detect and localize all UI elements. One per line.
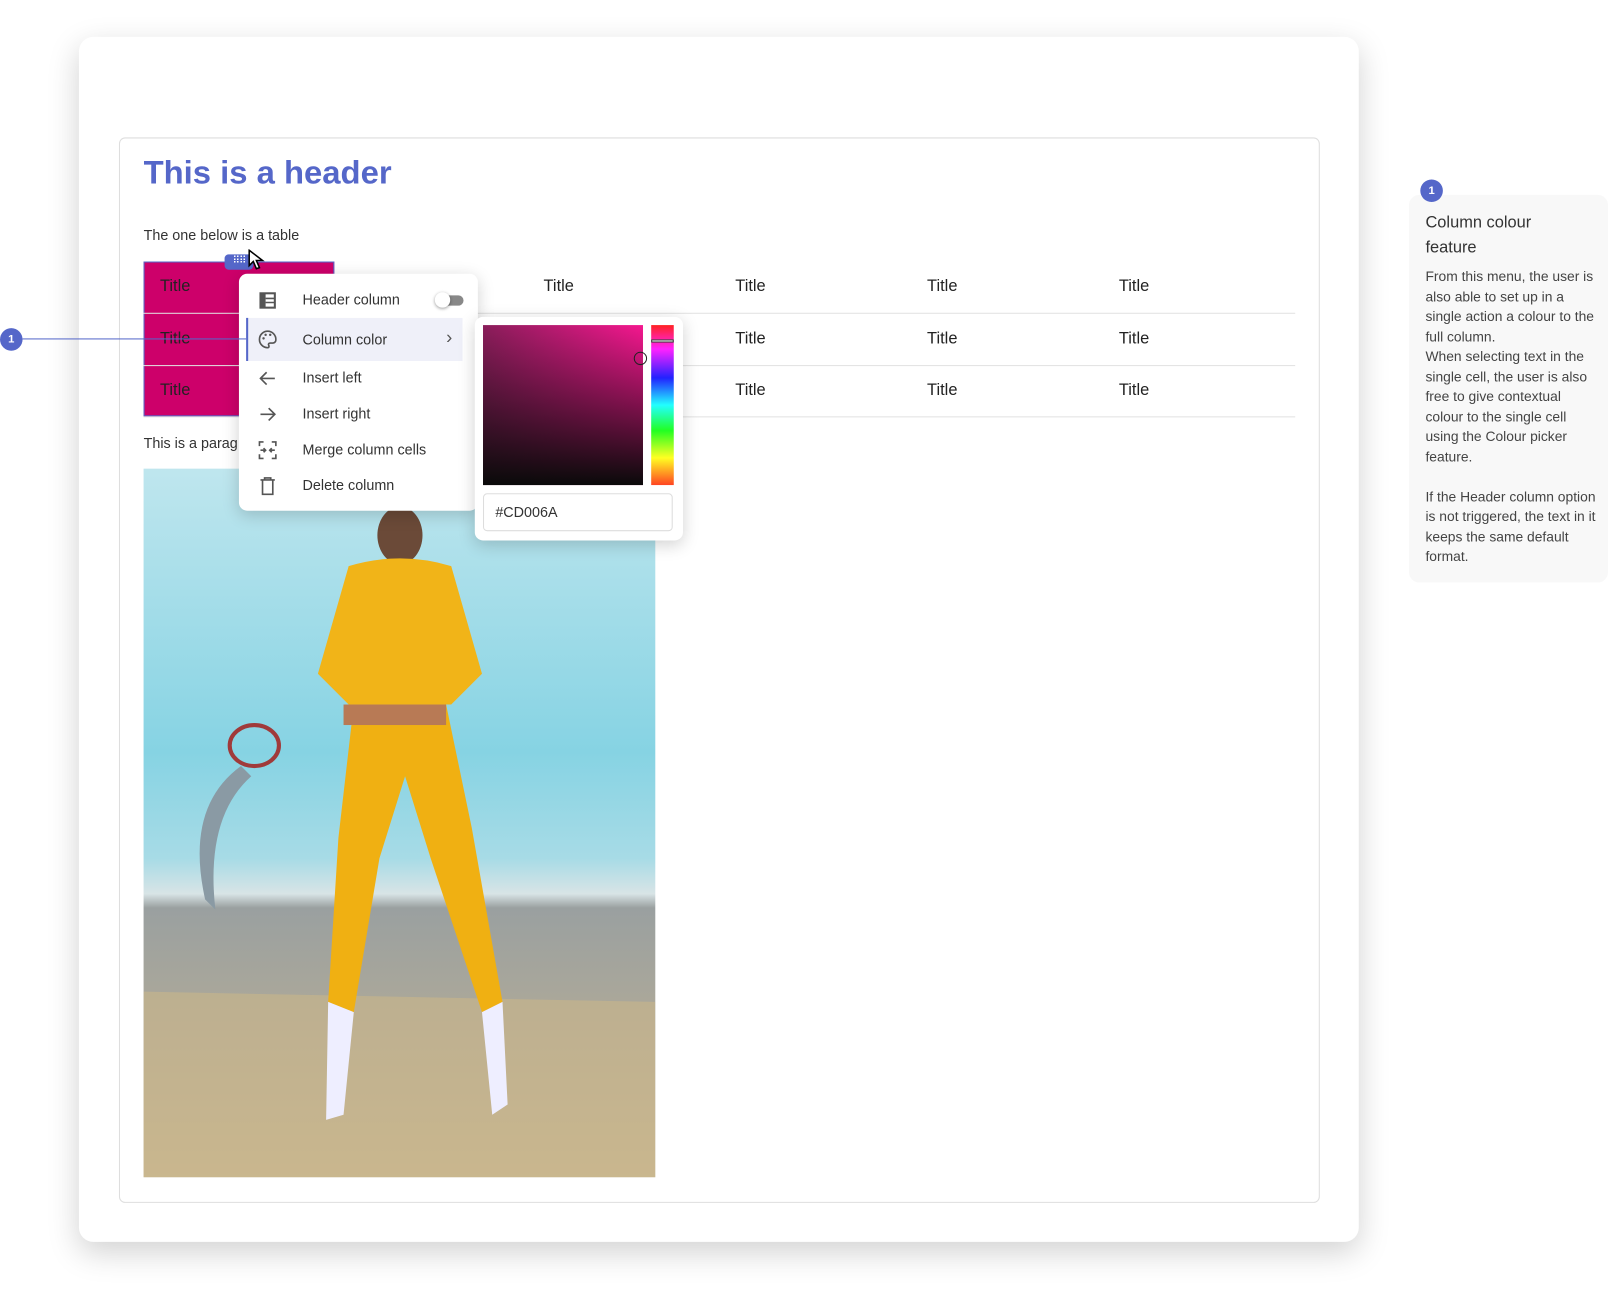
intro-paragraph[interactable]: The one below is a table [144, 227, 300, 243]
cursor-icon [248, 249, 265, 270]
header-column-toggle[interactable] [434, 292, 464, 308]
menu-item-insert-left[interactable]: Insert left [247, 360, 462, 396]
active-item-indicator [246, 317, 249, 361]
menu-item-insert-right[interactable]: Insert right [247, 396, 462, 432]
trash-icon [260, 477, 275, 496]
annotation-connector [22, 338, 247, 340]
annotation-body: When selecting text in the single cell, … [1425, 348, 1588, 465]
saturation-thumb[interactable] [633, 351, 648, 366]
annotation-marker: 1 [0, 328, 23, 351]
saturation-area[interactable] [483, 325, 643, 486]
annotation-note: Column colour feature From this menu, th… [1409, 194, 1608, 583]
menu-item-delete-column[interactable]: Delete column [247, 468, 462, 504]
merge-icon [258, 441, 277, 460]
table-cell[interactable]: Title [927, 365, 957, 416]
arrow-right-icon [260, 407, 276, 422]
table-cell[interactable]: Title [160, 365, 190, 416]
arrow-left-icon [259, 371, 275, 386]
table-cell[interactable]: Title [927, 314, 957, 365]
photo-image [143, 468, 656, 1178]
palette-icon [258, 330, 277, 349]
column-context-menu: Header column Column color › Insert left… [238, 273, 478, 511]
page-title[interactable]: This is a header [144, 154, 392, 192]
table-cell[interactable]: Title [160, 262, 190, 313]
hue-slider[interactable] [651, 325, 674, 486]
annotation-body: From this menu, the user is also able to… [1425, 268, 1594, 345]
table-cell[interactable]: Title [1119, 262, 1149, 313]
chevron-right-icon: › [446, 327, 453, 348]
menu-item-merge-column-cells[interactable]: Merge column cells [247, 432, 462, 468]
table-cell[interactable]: Title [735, 365, 765, 416]
table-cell[interactable]: Title [927, 262, 957, 313]
hex-input[interactable]: #CD006A [483, 493, 673, 532]
table-cell[interactable]: Title [1119, 365, 1149, 416]
menu-item-column-color[interactable]: Column color › [247, 317, 463, 361]
hue-thumb[interactable] [651, 339, 674, 343]
annotation-body: If the Header column option is not trigg… [1425, 488, 1596, 565]
table-cell[interactable]: Title [735, 262, 765, 313]
table-cell[interactable]: Title [1119, 314, 1149, 365]
color-picker: #CD006A [474, 316, 683, 541]
annotation-badge: 1 [1420, 179, 1443, 203]
annotation-title: Column colour feature [1425, 214, 1532, 257]
paragraph[interactable]: This is a parag [144, 435, 238, 451]
table-cell[interactable]: Title [544, 262, 574, 313]
menu-item-header-column[interactable]: Header column [247, 282, 464, 318]
table-cell[interactable]: Title [735, 314, 765, 365]
table-header-icon [259, 292, 276, 309]
